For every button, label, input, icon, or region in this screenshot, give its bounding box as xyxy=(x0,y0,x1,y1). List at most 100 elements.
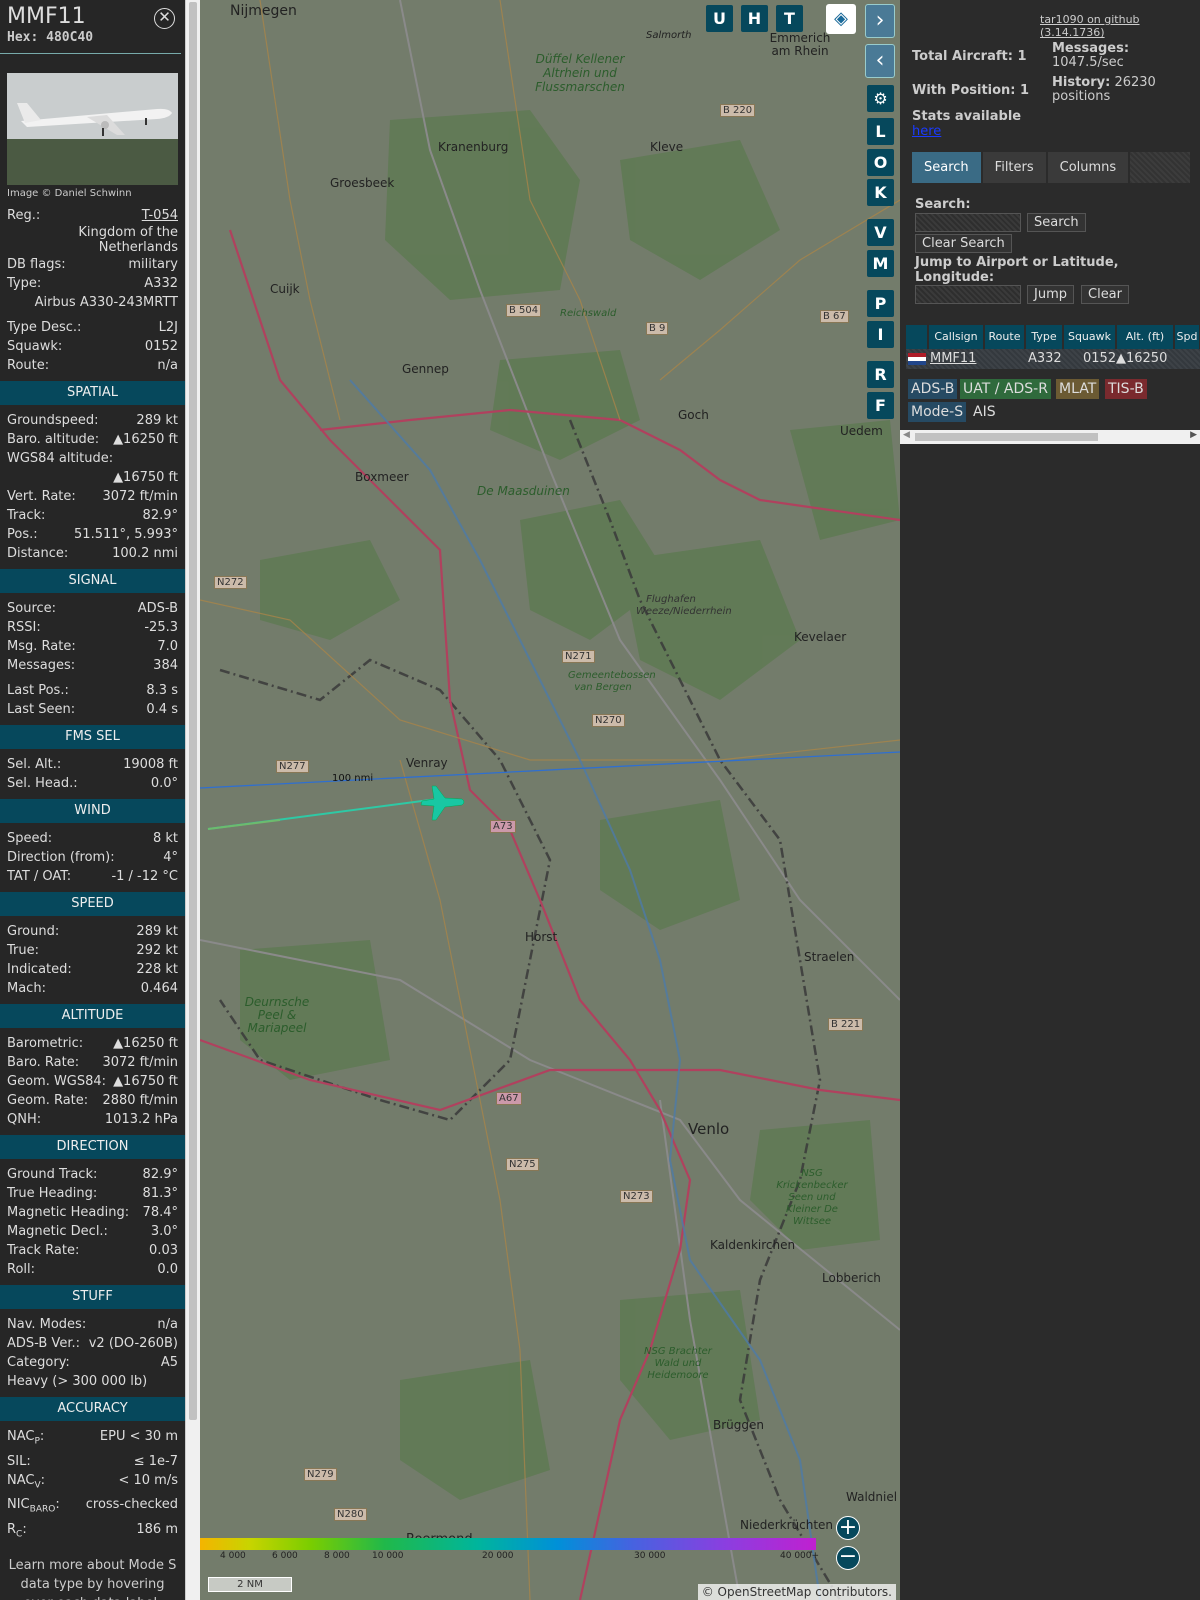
map-view[interactable]: Nijmegen Emmerich am Rhein Kranenburg Kl… xyxy=(200,0,900,1600)
toggle-r-button[interactable]: R xyxy=(867,361,894,388)
wind-list: Speed: 8 kt Direction (from): 4° TAT / OAT: -… xyxy=(0,829,185,886)
aircraft-photo[interactable] xyxy=(7,73,178,185)
toggle-m-button[interactable]: M xyxy=(867,250,894,277)
toggle-l-button[interactable]: L xyxy=(867,118,894,145)
detail-value: v2 (DO-260B) xyxy=(88,1336,178,1351)
scroll-right-icon[interactable]: ▶ xyxy=(1190,430,1197,440)
road-label: N273 xyxy=(620,1190,653,1203)
detail-row: Indicated: 228 kt xyxy=(0,960,185,979)
search-button[interactable]: Search xyxy=(1027,213,1086,232)
collapse-left-button[interactable]: ‹ xyxy=(865,44,895,78)
stats-available-label: Stats available xyxy=(912,109,1022,124)
detail-row: Sel. Head.: 0.0° xyxy=(0,774,185,793)
road-label: B 9 xyxy=(646,322,669,335)
clear-jump-button[interactable]: Clear xyxy=(1081,285,1129,304)
legend-adsb: ADS-B xyxy=(908,379,958,399)
jump-button[interactable]: Jump xyxy=(1027,285,1074,304)
toggle-v-button[interactable]: V xyxy=(867,219,894,246)
tab-search[interactable]: Search xyxy=(912,152,981,183)
detail-label: Last Pos.: xyxy=(7,683,69,698)
detail-label: Sel. Head.: xyxy=(7,776,78,791)
detail-row: Pos.: 51.511°, 5.993° xyxy=(0,525,185,544)
detail-row: Track: 82.9° xyxy=(0,506,185,525)
detail-label: Indicated: xyxy=(7,962,72,977)
wgs-row: WGS84 altitude: xyxy=(0,449,185,468)
accuracy-label-text: NIC xyxy=(7,1497,30,1513)
toggle-o-button[interactable]: O xyxy=(867,149,894,176)
detail-label: Baro. Rate: xyxy=(7,1055,80,1070)
reg-link[interactable]: T-054 xyxy=(142,206,178,225)
detail-value: ADS-B xyxy=(137,601,178,616)
row-callsign[interactable]: MMF11 xyxy=(930,350,976,368)
sidebar-scrollbar-thumb[interactable] xyxy=(189,2,197,1420)
tab-filters[interactable]: Filters xyxy=(982,152,1046,183)
detail-value: A5 xyxy=(160,1355,178,1370)
expand-right-button[interactable]: › xyxy=(865,4,895,38)
detail-row: Magnetic Heading: 78.4° xyxy=(0,1203,185,1222)
stats-here-link[interactable]: here xyxy=(912,124,941,139)
clear-search-button[interactable]: Clear Search xyxy=(915,234,1012,253)
detail-label: Track: xyxy=(7,508,46,523)
accuracy-row: NICBARO: cross-checked xyxy=(0,1495,185,1520)
road-label: N277 xyxy=(276,760,309,773)
learn-more-text: Learn more about Mode S data type by hov… xyxy=(8,1558,177,1600)
detail-label: ADS-B Ver.: xyxy=(7,1336,80,1351)
tab-bar-fill xyxy=(1130,152,1190,183)
signal-list: Source: ADS-B RSSI: -25.3 Msg. Rate: 7.0 Messa… xyxy=(0,599,185,675)
detail-value: 82.9° xyxy=(142,508,178,523)
table-header-route[interactable]: Route xyxy=(985,325,1025,349)
detail-row: Roll: 0.0 xyxy=(0,1260,185,1279)
row-type: A332 xyxy=(1028,351,1062,366)
toggle-p-button[interactable]: P xyxy=(867,290,894,317)
route-row: Route: n/a xyxy=(0,356,185,375)
speed-list: Ground: 289 kt True: 292 kt Indicated: 228 kt… xyxy=(0,922,185,998)
dbflags-value: military xyxy=(128,257,178,272)
accuracy-label: RC: xyxy=(7,1521,27,1540)
toggle-t-button[interactable]: T xyxy=(776,5,803,32)
toggle-f-button[interactable]: F xyxy=(867,392,894,419)
table-header-type[interactable]: Type xyxy=(1026,325,1063,349)
altitude-tick: 8 000 xyxy=(324,1551,350,1561)
close-icon[interactable]: ✕ xyxy=(154,8,175,29)
table-scrollbar-thumb[interactable] xyxy=(915,433,1098,441)
detail-row: Distance: 100.2 nmi xyxy=(0,544,185,563)
layers-icon[interactable]: ◈ xyxy=(826,4,856,34)
toggle-u-button[interactable]: U xyxy=(706,5,733,32)
table-header-squawk[interactable]: Squawk xyxy=(1064,325,1116,349)
github-link[interactable]: tar1090 on github (3.14.1736) xyxy=(1040,13,1200,39)
table-header-callsign[interactable]: Callsign xyxy=(929,325,984,349)
tab-columns[interactable]: Columns xyxy=(1047,152,1129,183)
table-header-spd[interactable]: Spd xyxy=(1175,325,1200,349)
detail-value: 19008 ft xyxy=(123,757,178,772)
photo-credit: Image © Daniel Schwinn xyxy=(7,188,132,199)
detail-value: 1013.2 hPa xyxy=(104,1112,178,1127)
accuracy-label: NACV: xyxy=(7,1472,46,1491)
dbflags-row: DB flags: military xyxy=(0,255,185,274)
search-label: Search: xyxy=(915,197,971,212)
toggle-i-button[interactable]: I xyxy=(867,321,894,348)
table-horizontal-scrollbar[interactable]: ◀ ▶ xyxy=(900,430,1200,444)
detail-row: Magnetic Decl.: 3.0° xyxy=(0,1222,185,1241)
road-label: B 504 xyxy=(506,304,542,317)
section-fms: FMS SEL xyxy=(0,725,185,749)
toggle-k-button[interactable]: K xyxy=(867,179,894,206)
dbflags-label: DB flags: xyxy=(7,257,66,272)
scroll-left-icon[interactable]: ◀ xyxy=(903,430,910,440)
accuracy-label-sub: BARO xyxy=(29,1504,56,1515)
detail-row: Ground: 289 kt xyxy=(0,922,185,941)
osm-link[interactable]: OpenStreetMap xyxy=(718,1585,812,1599)
zoom-in-icon[interactable]: + xyxy=(836,1516,860,1540)
detail-value: -1 / -12 °C xyxy=(111,869,178,884)
altitude-tick: 6 000 xyxy=(272,1551,298,1561)
legend-mlat: MLAT xyxy=(1056,379,1100,399)
jump-input[interactable] xyxy=(915,285,1021,304)
sidebar-scrollbar[interactable] xyxy=(185,0,200,1600)
search-input[interactable] xyxy=(915,213,1021,232)
detail-value: -25.3 xyxy=(144,620,178,635)
toggle-h-button[interactable]: H xyxy=(741,5,768,32)
altitude-color-legend xyxy=(200,1538,816,1550)
table-header-alt[interactable]: Alt. (ft) xyxy=(1117,325,1174,349)
detail-value: 78.4° xyxy=(142,1205,178,1220)
settings-gear-icon[interactable]: ⚙ xyxy=(867,85,894,112)
accuracy-label-text: NAC xyxy=(7,1429,35,1444)
